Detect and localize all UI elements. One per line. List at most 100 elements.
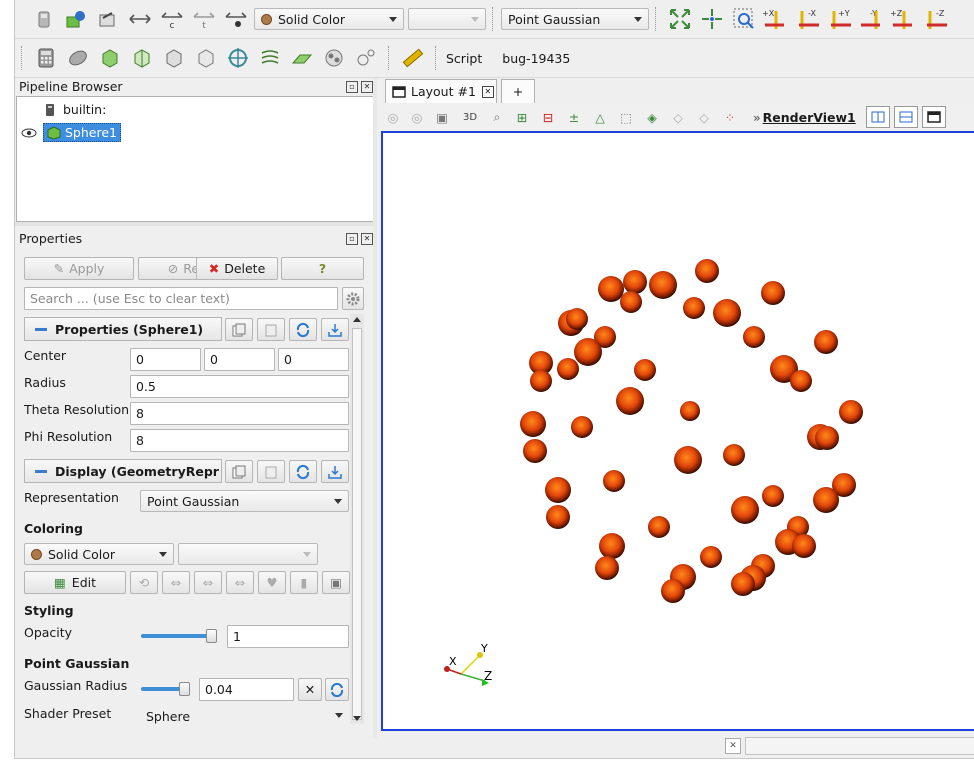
close-icon[interactable]: ✕ xyxy=(361,233,373,245)
set-view-minus-y-icon[interactable]: -Y xyxy=(857,4,887,34)
close-icon[interactable]: ✕ xyxy=(361,81,373,93)
reset-to-default-icon[interactable]: ✕ xyxy=(298,678,322,701)
save-defaults-icon[interactable] xyxy=(321,318,349,341)
tab-layout-1[interactable]: Layout #1 ✕ xyxy=(385,79,497,103)
extract-level-icon[interactable] xyxy=(351,43,381,73)
phi-resolution-input[interactable]: 8 xyxy=(130,429,349,452)
copy-icon[interactable] xyxy=(225,318,253,341)
float-icon[interactable]: ▫ xyxy=(346,81,358,93)
server-icon xyxy=(46,103,54,116)
gaussian-radius-slider-handle[interactable] xyxy=(179,682,190,696)
representation-select[interactable]: Point Gaussian xyxy=(140,490,349,512)
split-vertical-icon[interactable] xyxy=(893,106,918,128)
select-block-icon[interactable]: ◇ xyxy=(691,110,717,125)
opacity-slider-handle[interactable] xyxy=(206,629,217,643)
split-horizontal-icon[interactable] xyxy=(865,106,890,128)
contour-icon[interactable] xyxy=(63,43,93,73)
center-x-input[interactable]: 0 xyxy=(130,348,201,371)
screenshot-icon[interactable]: ▣ xyxy=(429,110,455,125)
subtract-selection-icon[interactable]: ⊟ xyxy=(535,110,561,125)
paste-icon[interactable] xyxy=(257,460,285,483)
add-selection-icon[interactable]: ⊞ xyxy=(509,110,535,125)
set-view-plus-x-icon[interactable]: +X xyxy=(761,4,791,34)
render-view-viewport[interactable]: Y Z X xyxy=(381,131,974,731)
render-view-label[interactable]: RenderView1 xyxy=(763,110,856,125)
glyph-icon[interactable] xyxy=(223,43,253,73)
properties-search-input[interactable]: Search ... (use Esc to clear text) xyxy=(24,287,338,310)
threshold-icon[interactable] xyxy=(159,43,189,73)
copy-icon[interactable] xyxy=(225,460,253,483)
select-points-frustum-icon[interactable]: ◇ xyxy=(665,110,691,125)
extract-subset-icon[interactable] xyxy=(191,43,221,73)
pipeline-item-builtin[interactable]: builtin: xyxy=(45,102,106,117)
script-label[interactable]: Script xyxy=(446,51,482,66)
select-points-on-icon[interactable]: ⬚ xyxy=(613,110,639,125)
coloring-combo[interactable]: Solid Color xyxy=(254,8,404,30)
zoom-to-data-icon[interactable] xyxy=(697,4,727,34)
rescale-temporal-range-icon[interactable]: t xyxy=(189,4,219,34)
reset-camera-icon[interactable] xyxy=(665,4,695,34)
paste-icon[interactable] xyxy=(257,318,285,341)
close-tab-icon[interactable]: ✕ xyxy=(481,85,494,98)
shader-preset-select[interactable]: Sphere xyxy=(140,705,349,727)
tab-add[interactable]: + xyxy=(501,79,535,103)
float-icon[interactable]: ▫ xyxy=(346,233,358,245)
calculator-icon[interactable] xyxy=(31,43,61,73)
eye-icon[interactable] xyxy=(21,127,37,139)
radius-input[interactable]: 0.5 xyxy=(130,375,349,398)
zoom-lens-icon[interactable]: ⌕ xyxy=(485,109,509,125)
advanced-settings-gear-icon[interactable] xyxy=(342,287,364,310)
view-3d-toggle[interactable]: 3D xyxy=(455,112,485,123)
sphere-glyph xyxy=(546,505,570,529)
maximize-view-icon[interactable] xyxy=(921,106,946,128)
gaussian-radius-input[interactable]: 0.04 xyxy=(199,678,294,701)
toggle-selection-icon[interactable]: ± xyxy=(561,110,587,125)
delete-icon[interactable] xyxy=(29,4,59,34)
clip-icon[interactable] xyxy=(95,43,125,73)
delete-button[interactable]: ✖ Delete xyxy=(196,257,278,280)
help-button[interactable]: ? xyxy=(281,257,364,280)
edit-color-map-icon[interactable] xyxy=(93,4,123,34)
capture-view-icon[interactable]: ◎ xyxy=(381,110,405,125)
select-cells-frustum-icon[interactable]: ◈ xyxy=(639,110,665,125)
properties-scrollbar[interactable] xyxy=(350,314,364,724)
properties-title: Properties xyxy=(19,231,83,246)
rescale-visible-range-icon[interactable] xyxy=(221,4,251,34)
slice-icon[interactable] xyxy=(127,43,157,73)
refresh-icon[interactable] xyxy=(325,678,349,701)
group-datasets-icon[interactable] xyxy=(319,43,349,73)
rescale-data-range-icon[interactable] xyxy=(125,4,155,34)
stream-tracer-icon[interactable] xyxy=(255,43,285,73)
restore-defaults-icon[interactable] xyxy=(289,318,317,341)
rescale-custom-range-icon[interactable]: c xyxy=(157,4,187,34)
section-header-properties[interactable]: Properties (Sphere1) xyxy=(24,317,222,341)
representation-combo[interactable]: Point Gaussian xyxy=(501,8,649,30)
set-view-plus-z-icon[interactable]: +Z xyxy=(889,4,919,34)
pipeline-item-sphere1[interactable]: Sphere1 xyxy=(21,123,121,142)
center-z-input[interactable]: 0 xyxy=(278,348,349,371)
redo-camera-icon[interactable]: ◎ xyxy=(405,110,429,125)
interactive-select-icon[interactable]: ⁘ xyxy=(717,110,743,125)
restore-defaults-icon[interactable] xyxy=(289,460,317,483)
set-view-minus-z-icon[interactable]: -Z xyxy=(921,4,951,34)
set-view-plus-y-icon[interactable]: +Y xyxy=(825,4,855,34)
select-cells-on-icon[interactable]: △ xyxy=(587,110,613,125)
zoom-to-box-icon[interactable] xyxy=(729,4,759,34)
theta-resolution-input[interactable]: 8 xyxy=(130,402,349,425)
color-legend-icon[interactable] xyxy=(61,4,91,34)
save-defaults-icon[interactable] xyxy=(321,460,349,483)
more-tools-chevron-icon[interactable]: » xyxy=(753,110,761,125)
sphere-glyph xyxy=(623,270,647,294)
render-scene[interactable]: Y Z X xyxy=(383,133,974,729)
warp-icon[interactable] xyxy=(287,43,317,73)
coloring-select[interactable]: Solid Color xyxy=(24,543,174,565)
ruler-icon[interactable] xyxy=(398,43,428,73)
status-close-icon[interactable]: ✕ xyxy=(725,738,741,754)
opacity-input[interactable]: 1 xyxy=(227,625,349,648)
macro-bug-19435[interactable]: bug-19435 xyxy=(502,51,570,66)
edit-color-button[interactable]: ▦ Edit xyxy=(24,571,126,594)
center-y-input[interactable]: 0 xyxy=(204,348,275,371)
apply-button[interactable]: ✎ Apply xyxy=(24,257,134,280)
set-view-minus-x-icon[interactable]: -X xyxy=(793,4,823,34)
section-header-display[interactable]: Display (GeometryRepr xyxy=(24,459,222,483)
